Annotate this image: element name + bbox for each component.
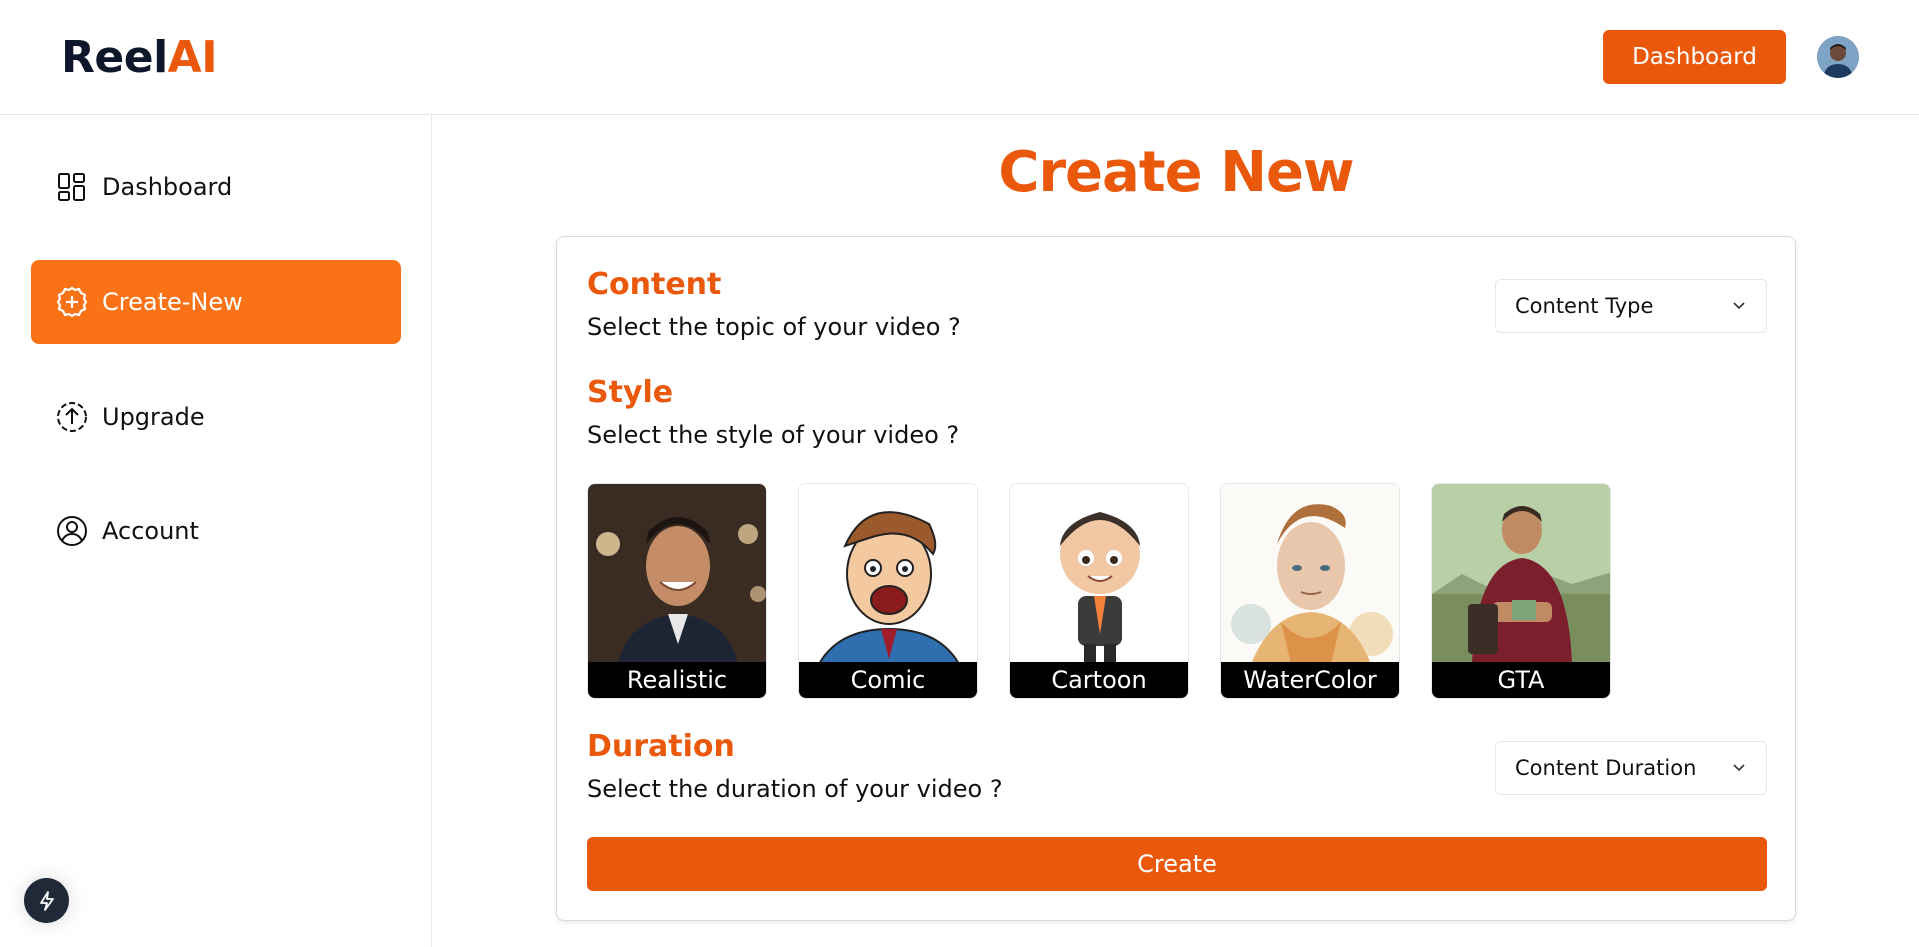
- watercolor-thumbnail: [1221, 484, 1399, 664]
- logo-accent: AI: [167, 32, 218, 83]
- sidebar-item-create-new[interactable]: Create-New: [31, 260, 401, 344]
- sidebar-item-upgrade[interactable]: Upgrade: [31, 375, 401, 459]
- style-option-label: WaterColor: [1221, 662, 1399, 698]
- upload-circle-icon: [55, 400, 89, 434]
- style-option-gta[interactable]: GTA: [1431, 483, 1611, 699]
- header-dashboard-button[interactable]: Dashboard: [1603, 30, 1786, 84]
- sidebar-item-label: Dashboard: [102, 173, 233, 201]
- sidebar-item-dashboard[interactable]: Dashboard: [31, 145, 401, 229]
- style-option-comic[interactable]: Comic: [798, 483, 978, 699]
- style-option-realistic[interactable]: Realistic: [587, 483, 767, 699]
- create-form-card: Content Select the topic of your video ?…: [556, 236, 1796, 921]
- plus-circle-icon: [55, 285, 89, 319]
- content-type-value: Content Type: [1515, 294, 1654, 318]
- lightning-icon: [39, 890, 54, 911]
- content-description: Select the topic of your video ?: [587, 313, 961, 341]
- sidebar-item-label: Upgrade: [102, 403, 205, 431]
- sidebar-item-label: Create-New: [102, 288, 243, 316]
- sidebar-item-account[interactable]: Account: [31, 489, 401, 573]
- bolt-button[interactable]: [24, 878, 69, 923]
- style-option-watercolor[interactable]: WaterColor: [1220, 483, 1400, 699]
- style-option-label: GTA: [1432, 662, 1610, 698]
- logo-primary: Reel: [61, 32, 168, 83]
- sidebar-item-label: Account: [102, 517, 199, 545]
- comic-thumbnail: [799, 484, 977, 664]
- cartoon-thumbnail: [1010, 484, 1188, 664]
- style-option-label: Comic: [799, 662, 977, 698]
- style-option-label: Cartoon: [1010, 662, 1188, 698]
- style-title: Style: [587, 375, 674, 410]
- content-type-select[interactable]: Content Type: [1495, 279, 1767, 333]
- duration-description: Select the duration of your video ?: [587, 775, 1003, 803]
- style-option-label: Realistic: [588, 662, 766, 698]
- sidebar: Dashboard Create-New Upgrade Account: [0, 115, 432, 947]
- avatar[interactable]: [1817, 36, 1859, 78]
- create-button[interactable]: Create: [587, 837, 1767, 891]
- content-duration-value: Content Duration: [1515, 756, 1697, 780]
- top-header: ReelAI Dashboard: [0, 0, 1919, 115]
- app-logo[interactable]: ReelAI: [61, 32, 218, 83]
- content-title: Content: [587, 267, 722, 302]
- page-title: Create New: [998, 140, 1354, 205]
- style-description: Select the style of your video ?: [587, 421, 960, 449]
- user-circle-icon: [55, 514, 89, 548]
- gta-thumbnail: [1432, 484, 1610, 664]
- chevron-down-icon: [1733, 764, 1745, 772]
- style-option-cartoon[interactable]: Cartoon: [1009, 483, 1189, 699]
- chevron-down-icon: [1733, 302, 1745, 310]
- dashboard-grid-icon: [55, 170, 89, 204]
- content-duration-select[interactable]: Content Duration: [1495, 741, 1767, 795]
- realistic-thumbnail: [588, 484, 766, 664]
- duration-title: Duration: [587, 729, 735, 764]
